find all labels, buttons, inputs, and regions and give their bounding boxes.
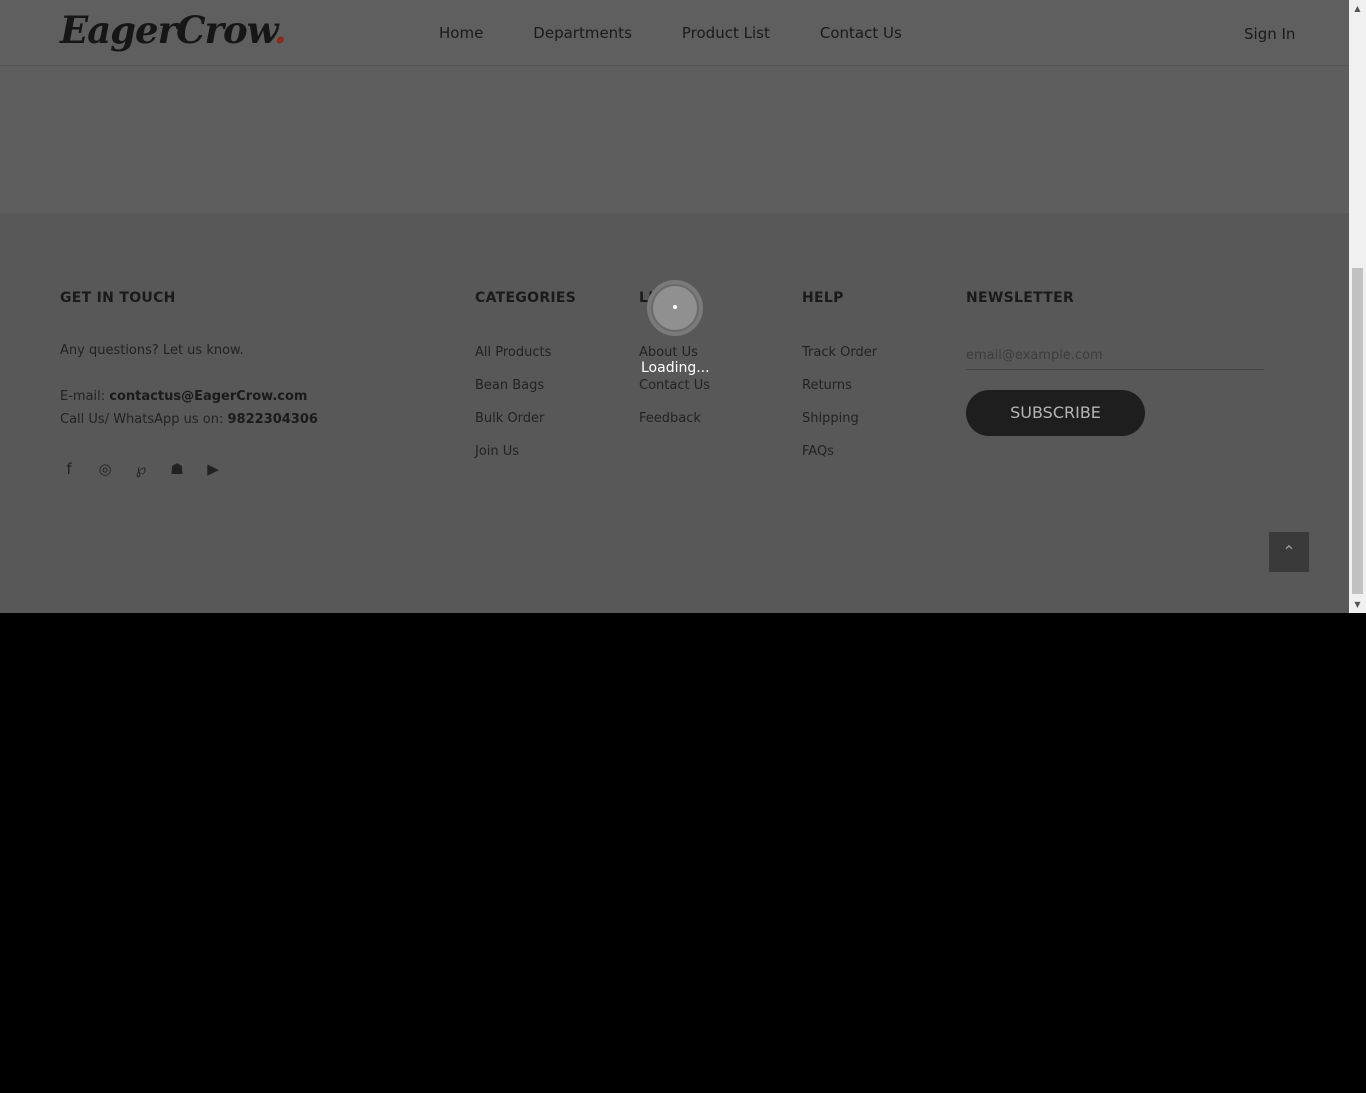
nav-product-list[interactable]: Product List [682,24,770,42]
site-footer: GET IN TOUCH Any questions? Let us know.… [0,213,1349,613]
social-links: f ◎ ℘ ☗ ▶ [60,460,222,478]
snapchat-icon[interactable]: ☗ [168,460,186,478]
help-shipping[interactable]: Shipping [802,411,859,426]
vertical-scrollbar[interactable]: ▲ ▼ [1349,0,1366,613]
email-label: E-mail: [60,389,110,404]
contact-question: Any questions? Let us know. [60,343,244,358]
content-area [0,66,1349,213]
page-viewport: EagerCrow. Home Departments Product List… [0,0,1366,613]
phone-line: Call Us/ WhatsApp us on: 9822304306 [60,412,318,427]
help-title: HELP [802,290,844,306]
nav-contact-us[interactable]: Contact Us [820,24,902,42]
newsletter-title: NEWSLETTER [966,290,1075,306]
pinterest-icon[interactable]: ℘ [132,460,150,478]
email-line: E-mail: contactus@EagerCrow.com [60,389,307,404]
site-header: EagerCrow. Home Departments Product List… [0,0,1349,66]
help-returns[interactable]: Returns [802,378,852,393]
newsletter-email-input[interactable] [966,342,1264,370]
phone-number[interactable]: 9822304306 [228,412,318,427]
help-faqs[interactable]: FAQs [802,444,834,459]
help-track-order[interactable]: Track Order [802,345,877,360]
nav-departments[interactable]: Departments [533,24,632,42]
site-logo[interactable]: EagerCrow. [60,8,287,52]
category-bean-bags[interactable]: Bean Bags [475,378,544,393]
loading-spinner-dot [673,305,677,309]
nav-home[interactable]: Home [439,24,483,42]
get-in-touch-title: GET IN TOUCH [60,290,176,306]
logo-text: EagerCrow [60,8,275,52]
email-link[interactable]: contactus@EagerCrow.com [109,389,307,404]
youtube-icon[interactable]: ▶ [204,460,222,478]
category-all-products[interactable]: All Products [475,345,551,360]
category-bulk-order[interactable]: Bulk Order [475,411,544,426]
scrollbar-thumb[interactable] [1352,268,1363,594]
facebook-icon[interactable]: f [60,460,78,478]
instagram-icon[interactable]: ◎ [96,460,114,478]
double-chevron-up-icon: ⌃ [1282,542,1296,561]
link-about-us[interactable]: About Us [639,345,698,360]
logo-dot: . [273,8,287,52]
categories-title: CATEGORIES [475,290,577,306]
scroll-down-arrow-icon[interactable]: ▼ [1349,596,1366,613]
main-nav: Home Departments Product List Contact Us [439,24,952,42]
scroll-up-arrow-icon[interactable]: ▲ [1349,0,1366,17]
subscribe-button[interactable]: SUBSCRIBE [966,390,1145,436]
link-feedback[interactable]: Feedback [639,411,701,426]
phone-label: Call Us/ WhatsApp us on: [60,412,228,427]
loading-text: Loading... [641,360,710,376]
sign-in-link[interactable]: Sign In [1244,25,1295,43]
back-to-top-button[interactable]: ⌃ [1269,532,1309,572]
category-join-us[interactable]: Join Us [475,444,519,459]
link-contact-us[interactable]: Contact Us [639,378,710,393]
